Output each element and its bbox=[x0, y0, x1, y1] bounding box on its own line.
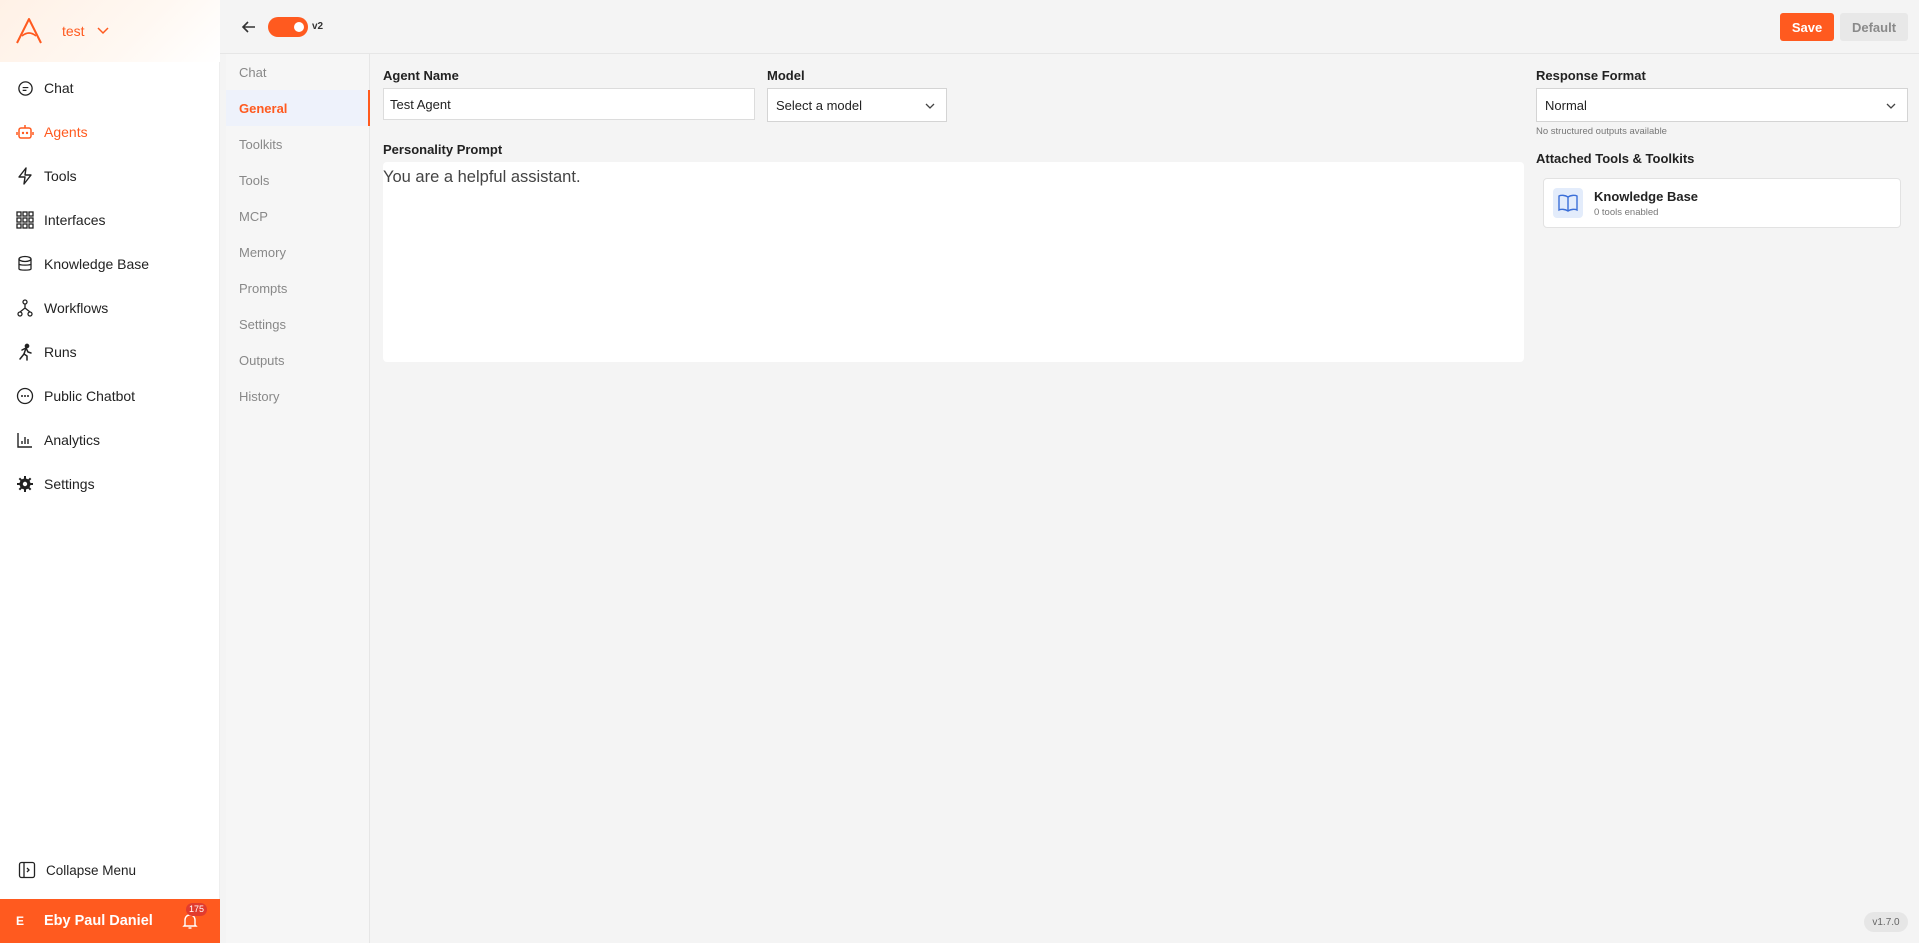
tab-mcp[interactable]: MCP bbox=[226, 198, 369, 234]
tab-settings[interactable]: Settings bbox=[226, 306, 369, 342]
nav-item-agents[interactable]: Agents bbox=[0, 110, 220, 154]
nav-label: Interfaces bbox=[44, 212, 106, 228]
default-button[interactable]: Default bbox=[1840, 13, 1908, 41]
grid-icon bbox=[16, 211, 34, 229]
lightning-icon bbox=[16, 167, 34, 185]
nav-item-knowledge-base[interactable]: Knowledge Base bbox=[0, 242, 220, 286]
attached-tools-label: Attached Tools & Toolkits bbox=[1536, 151, 1695, 166]
response-format-label: Response Format bbox=[1536, 68, 1646, 83]
chevron-down-icon[interactable] bbox=[96, 23, 110, 37]
model-select-value: Select a model bbox=[776, 97, 862, 113]
logo-icon bbox=[16, 18, 42, 44]
tab-history[interactable]: History bbox=[226, 378, 369, 414]
nav-item-chat[interactable]: Chat bbox=[0, 66, 220, 110]
robot-icon bbox=[16, 123, 34, 141]
main-nav: Chat Agents Tools Interfaces Knowledge B… bbox=[0, 66, 220, 506]
chevron-down-icon bbox=[1886, 103, 1896, 109]
toolkit-title: Knowledge Base bbox=[1594, 189, 1699, 204]
nav-label: Public Chatbot bbox=[44, 388, 136, 404]
book-icon bbox=[1553, 188, 1583, 218]
tab-general[interactable]: General bbox=[226, 90, 370, 126]
personality-prompt-textarea[interactable]: You are a helpful assistant. bbox=[383, 162, 1524, 362]
toolkit-subtitle: 0 tools enabled bbox=[1594, 207, 1659, 218]
response-format-hint: No structured outputs available bbox=[1536, 126, 1667, 137]
nav-item-interfaces[interactable]: Interfaces bbox=[0, 198, 220, 242]
personality-prompt-label: Personality Prompt bbox=[383, 142, 503, 157]
app-version-badge: v1.7.0 bbox=[1864, 912, 1908, 932]
model-select[interactable]: Select a model bbox=[767, 88, 947, 122]
tab-prompts[interactable]: Prompts bbox=[226, 270, 369, 306]
tab-chat[interactable]: Chat bbox=[226, 54, 369, 90]
response-format-value: Normal bbox=[1545, 97, 1587, 113]
top-bar: v2 Save Default bbox=[220, 0, 1919, 54]
user-profile-bar[interactable]: E Eby Paul Daniel 175 bbox=[0, 899, 220, 943]
attached-toolkit-card[interactable]: Knowledge Base 0 tools enabled bbox=[1543, 178, 1901, 228]
avatar: E bbox=[16, 914, 25, 928]
database-icon bbox=[16, 255, 34, 273]
version-toggle[interactable] bbox=[268, 17, 308, 37]
save-button[interactable]: Save bbox=[1780, 13, 1834, 41]
nav-item-tools[interactable]: Tools bbox=[0, 154, 220, 198]
workspace-name: test bbox=[62, 23, 85, 39]
chat-bubble-icon bbox=[16, 79, 34, 97]
sidebar: test Chat Agents Tools Interfaces Knowle… bbox=[0, 0, 220, 943]
collapse-menu-label: Collapse Menu bbox=[46, 862, 137, 878]
workflow-icon bbox=[16, 299, 34, 317]
nav-label: Tools bbox=[44, 168, 77, 184]
notification-badge: 175 bbox=[186, 903, 208, 916]
runner-icon bbox=[16, 343, 34, 361]
nav-label: Runs bbox=[44, 344, 77, 360]
toggle-knob bbox=[294, 22, 304, 32]
nav-label: Analytics bbox=[44, 432, 101, 448]
chevron-down-icon bbox=[925, 103, 935, 109]
tab-outputs[interactable]: Outputs bbox=[226, 342, 369, 378]
back-arrow-icon[interactable] bbox=[238, 16, 260, 38]
response-format-select[interactable]: Normal bbox=[1536, 88, 1908, 122]
nav-item-runs[interactable]: Runs bbox=[0, 330, 220, 374]
workspace-switcher[interactable]: test bbox=[0, 0, 220, 62]
agent-section-nav: Chat General Toolkits Tools MCP Memory P… bbox=[226, 54, 370, 943]
nav-label: Agents bbox=[44, 124, 88, 140]
nav-item-public-chatbot[interactable]: Public Chatbot bbox=[0, 374, 220, 418]
nav-item-settings[interactable]: Settings bbox=[0, 462, 220, 506]
sidebar-toggle-icon bbox=[18, 861, 36, 879]
nav-label: Chat bbox=[44, 80, 74, 96]
nav-item-workflows[interactable]: Workflows bbox=[0, 286, 220, 330]
user-name: Eby Paul Daniel bbox=[44, 913, 153, 929]
nav-label: Settings bbox=[44, 476, 95, 492]
tab-memory[interactable]: Memory bbox=[226, 234, 369, 270]
nav-item-analytics[interactable]: Analytics bbox=[0, 418, 220, 462]
model-label: Model bbox=[767, 68, 805, 83]
collapse-menu-button[interactable]: Collapse Menu bbox=[0, 850, 220, 890]
tab-tools[interactable]: Tools bbox=[226, 162, 369, 198]
chat-dots-icon bbox=[16, 387, 34, 405]
agent-name-input[interactable] bbox=[383, 88, 755, 120]
agent-name-label: Agent Name bbox=[383, 68, 459, 83]
tab-toolkits[interactable]: Toolkits bbox=[226, 126, 369, 162]
analytics-icon bbox=[16, 431, 34, 449]
gear-icon bbox=[16, 475, 34, 493]
nav-label: Workflows bbox=[44, 300, 109, 316]
nav-label: Knowledge Base bbox=[44, 256, 150, 272]
version-toggle-label: v2 bbox=[312, 21, 324, 32]
